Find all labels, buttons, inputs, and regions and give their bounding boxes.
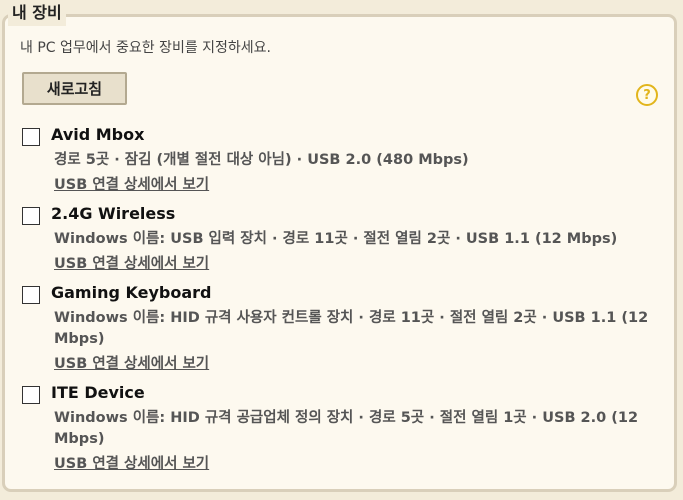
device-checkbox[interactable]: [22, 286, 40, 304]
refresh-button[interactable]: 새로고침: [22, 72, 127, 105]
help-icon[interactable]: ?: [636, 84, 658, 106]
section-legend: 내 장비: [8, 0, 66, 26]
usb-details-link[interactable]: USB 연결 상세에서 보기: [54, 252, 209, 273]
device-checkbox[interactable]: [22, 207, 40, 225]
device-description: 경로 5곳 · 잠김 (개별 절전 대상 아님) · USB 2.0 (480 …: [54, 152, 469, 168]
intro-text: 내 PC 업무에서 중요한 장비를 지정하세요.: [20, 40, 271, 56]
device-description: Windows 이름: HID 규격 사용자 컨트롤 장치 · 경로 11곳 ·…: [54, 310, 649, 347]
usb-details-link[interactable]: USB 연결 상세에서 보기: [54, 352, 209, 373]
usb-details-link[interactable]: USB 연결 상세에서 보기: [54, 173, 209, 194]
device-name: ITE Device: [51, 383, 145, 402]
device-name: Avid Mbox: [51, 125, 145, 144]
device-name: 2.4G Wireless: [51, 204, 176, 223]
usb-details-link[interactable]: USB 연결 상세에서 보기: [54, 452, 209, 473]
device-description: Windows 이름: HID 규격 공급업체 정의 장치 · 경로 5곳 · …: [54, 410, 639, 447]
device-checkbox[interactable]: [22, 128, 40, 146]
device-name: Gaming Keyboard: [51, 283, 212, 302]
device-description: Windows 이름: USB 입력 장치 · 경로 11곳 · 절전 열림 2…: [54, 231, 618, 247]
device-checkbox[interactable]: [22, 386, 40, 404]
